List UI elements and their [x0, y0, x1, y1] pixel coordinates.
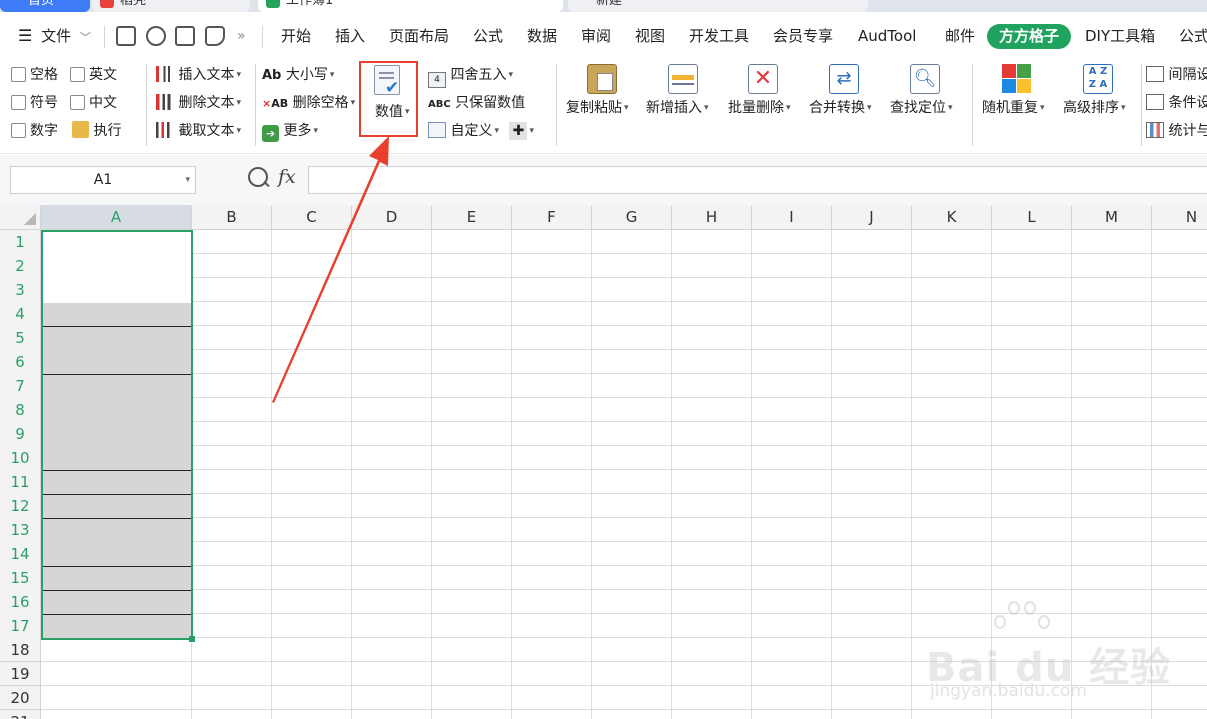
red-arrow-icon	[272, 136, 389, 403]
wps-spreadsheet-window: 首页 稻壳 工作簿1 新建 ☰ 文件 ﹀ » 开始 插入 页面布局 公式 数据	[0, 0, 1207, 719]
annotation-arrow	[272, 136, 389, 403]
